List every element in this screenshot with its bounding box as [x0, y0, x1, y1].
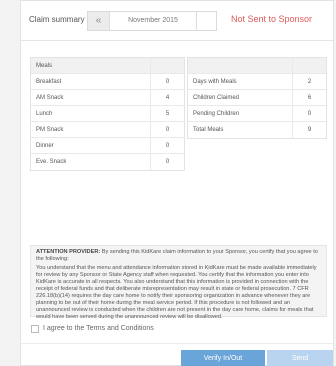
- table-row: Eve. Snack 0: [31, 154, 184, 170]
- current-month-label: November 2015: [128, 17, 178, 24]
- claim-status: Not Sent to Sponsor: [231, 14, 313, 24]
- totals-value-header: [292, 58, 326, 74]
- totals-column-header: [188, 58, 193, 74]
- table-header-row: [188, 58, 326, 74]
- total-value: 2: [292, 74, 326, 90]
- total-value: 9: [292, 122, 326, 138]
- meal-label: Dinner: [36, 143, 54, 149]
- meal-label: Lunch: [36, 111, 53, 117]
- claim-totals-table: Days with Meals 2 Children Claimed 6 Pen…: [187, 57, 327, 139]
- table-row: Dinner 0: [31, 138, 184, 154]
- table-row: Pending Children 0: [188, 106, 326, 122]
- notice-body: You understand that the menu and attenda…: [36, 265, 317, 320]
- table-row: AM Snack 4: [31, 90, 184, 106]
- meal-count: 5: [150, 106, 184, 122]
- meal-count: 4: [150, 90, 184, 106]
- notice-intro: ATTENTION PROVIDER: By sending this KidK…: [36, 249, 321, 263]
- meal-label: PM Snack: [36, 127, 64, 133]
- meal-count: 0: [150, 138, 184, 154]
- page-title: Claim summary: [29, 15, 85, 24]
- claim-header: Claim summary « November 2015 Not Sent t…: [21, 1, 333, 41]
- table-row: Lunch 5: [31, 106, 184, 122]
- month-navigator: « November 2015: [87, 11, 217, 31]
- meal-label: Eve. Snack: [36, 159, 67, 165]
- agree-terms-checkbox[interactable]: [31, 325, 39, 333]
- table-row: Days with Meals 2: [188, 74, 326, 90]
- verify-in-out-button[interactable]: Verify In/Out: [181, 350, 265, 366]
- meals-table: Meals Breakfast 0 AM Snack 4 Lunch 5 PM …: [30, 57, 185, 171]
- meals-column-header: Meals: [36, 63, 53, 69]
- send-button[interactable]: Send: [267, 350, 333, 366]
- meal-count: 0: [150, 74, 184, 90]
- table-row: Total Meals 9: [188, 122, 326, 138]
- meal-label: AM Snack: [36, 95, 64, 101]
- meal-count: 0: [150, 154, 184, 170]
- table-header-row: Meals: [31, 58, 184, 74]
- claim-summary-panel: Claim summary « November 2015 Not Sent t…: [20, 0, 334, 366]
- total-value: 6: [292, 90, 326, 106]
- total-label: Pending Children: [193, 111, 240, 117]
- action-footer: Verify In/Out Send: [21, 343, 333, 366]
- provider-attention-notice: ATTENTION PROVIDER: By sending this KidK…: [30, 245, 327, 320]
- total-label: Children Claimed: [193, 95, 240, 101]
- agree-terms-label[interactable]: I agree to the Terms and Conditions: [43, 325, 154, 332]
- table-row: Children Claimed 6: [188, 90, 326, 106]
- table-row: PM Snack 0: [31, 122, 184, 138]
- total-label: Total Meals: [193, 127, 224, 133]
- next-month-button: [196, 12, 216, 30]
- meal-count: 0: [150, 122, 184, 138]
- total-label: Days with Meals: [193, 79, 237, 85]
- previous-month-button[interactable]: «: [88, 12, 110, 30]
- meal-label: Breakfast: [36, 79, 62, 85]
- total-value: 0: [292, 106, 326, 122]
- count-column-header: [150, 58, 184, 74]
- notice-heading: ATTENTION PROVIDER:: [36, 249, 101, 255]
- table-row: Breakfast 0: [31, 74, 184, 90]
